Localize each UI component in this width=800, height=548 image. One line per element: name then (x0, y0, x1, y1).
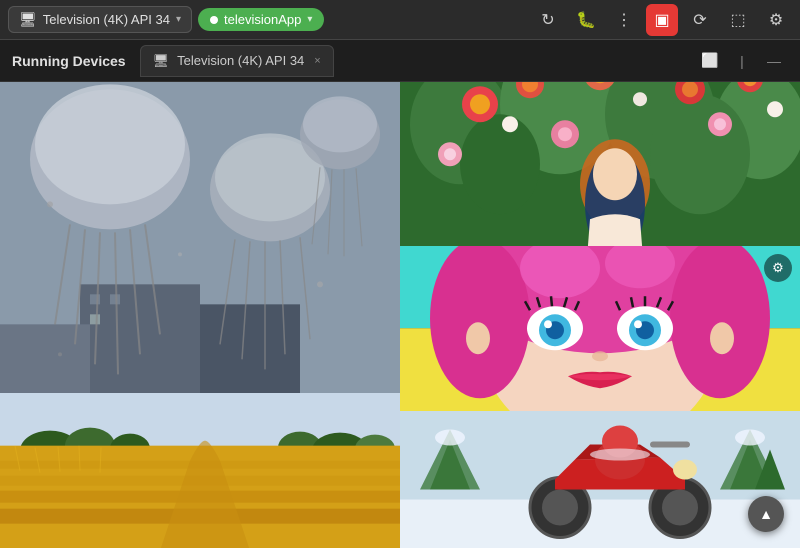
running-devices-label: Running Devices (12, 53, 140, 69)
app-chevron-icon: ▾ (307, 14, 312, 25)
rotate-button[interactable]: ⟳ (684, 4, 716, 36)
app-status-dot (210, 16, 218, 24)
settings-icon: ⚙ (769, 10, 783, 30)
app-selector[interactable]: televisionApp ▾ (198, 8, 324, 31)
screenshot-icon: ▣ (654, 10, 669, 30)
more-button[interactable]: ⋮ (608, 4, 640, 36)
rotate-icon: ⟳ (693, 10, 706, 30)
screenshot-button[interactable]: ▣ (646, 4, 678, 36)
tab-bar: Running Devices 🖥 Television (4K) API 34… (0, 40, 800, 82)
frame-button[interactable]: ⬚ (722, 4, 754, 36)
device-selector[interactable]: 🖥 Television (4K) API 34 ▾ (8, 6, 192, 33)
jellyfish-image (0, 82, 400, 393)
top-toolbar: 🖥 Television (4K) API 34 ▾ televisionApp… (0, 0, 800, 40)
wheat-cell (0, 393, 400, 548)
tab-tv-icon: 🖥 (153, 53, 170, 69)
right-panel: ⚙ (400, 82, 800, 548)
motorcycle-cell (400, 411, 800, 548)
tab-bar-controls: ⬜ | — (696, 47, 788, 75)
refresh-button[interactable]: ↻ (532, 4, 564, 36)
scroll-up-icon: ▲ (759, 506, 773, 522)
frame-icon: ⬚ (730, 10, 745, 30)
tab-label: Television (4K) API 34 (177, 53, 304, 68)
device-selector-label: Television (4K) API 34 (43, 12, 170, 27)
left-panel (0, 82, 400, 548)
device-chevron-icon: ▾ (176, 14, 181, 25)
flowers-cell (400, 82, 800, 246)
main-content: ⚙ (0, 82, 800, 548)
restore-icon: ⬜ (701, 52, 718, 69)
jellyfish-cell (0, 82, 400, 393)
tab-close-button[interactable]: × (314, 55, 320, 67)
bug-icon: 🐛 (576, 10, 596, 30)
settings-button[interactable]: ⚙ (760, 4, 792, 36)
restore-window-button[interactable]: ⬜ (696, 47, 724, 75)
divider-icon: | (740, 53, 744, 69)
bug-button[interactable]: 🐛 (570, 4, 602, 36)
minimize-icon: — (767, 53, 781, 69)
app-selector-label: televisionApp (224, 12, 301, 27)
refresh-icon: ↻ (541, 10, 554, 30)
more-icon: ⋮ (616, 10, 632, 30)
cell-settings-icon: ⚙ (772, 260, 784, 276)
minimize-button[interactable]: — (760, 47, 788, 75)
comic-girl-cell: ⚙ (400, 246, 800, 410)
device-tab[interactable]: 🖥 Television (4K) API 34 × (140, 45, 334, 77)
scroll-fab[interactable]: ▲ (748, 496, 784, 532)
tv-icon: 🖥 (19, 11, 37, 28)
divider-button[interactable]: | (728, 47, 756, 75)
